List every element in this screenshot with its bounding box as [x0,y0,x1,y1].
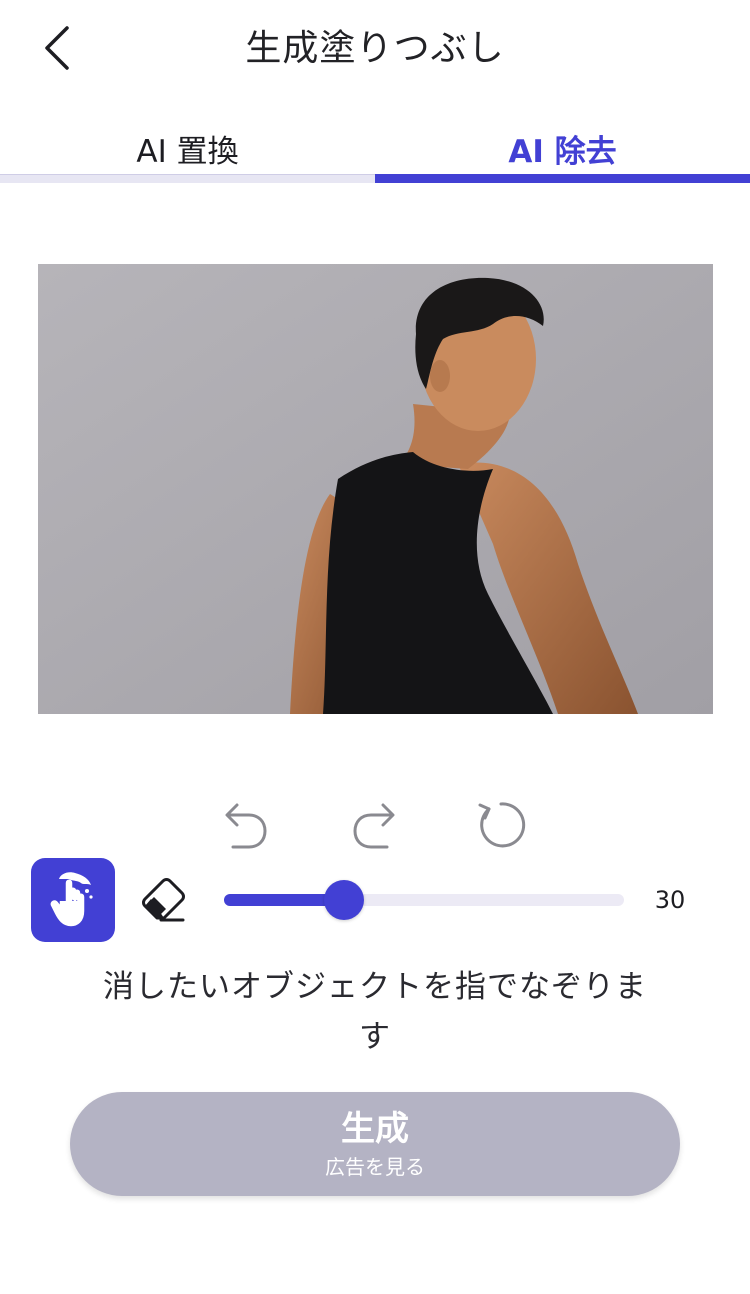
eraser-icon [142,878,185,922]
generate-button-label: 生成 [341,1109,409,1149]
photo-canvas[interactable] [38,264,713,714]
slider-thumb[interactable] [324,880,364,920]
brush-size-slider[interactable] [224,880,624,920]
reset-icon [478,802,526,848]
photo-image [38,264,713,714]
page-title: 生成塗りつぶし [245,28,505,69]
brush-size-value: 30 [654,886,686,914]
tab-ai-replace[interactable]: AI 置換 [0,122,375,174]
undo-button[interactable] [211,790,281,860]
generate-button[interactable]: 生成 広告を見る [70,1092,680,1196]
tab-ai-remove[interactable]: AI 除去 [375,122,750,174]
hand-brush-icon [50,872,93,927]
tab-indicator-active [375,174,750,183]
brush-tool-button[interactable] [31,858,115,942]
reset-button[interactable] [466,790,536,860]
redo-icon [353,803,395,849]
undo-icon [225,803,267,849]
eraser-tool-button[interactable] [131,868,195,932]
redo-button[interactable] [339,790,409,860]
generate-button-sublabel: 広告を見る [325,1155,425,1179]
instruction-text: 消したいオブジェクトを指でなぞります [103,969,647,1055]
